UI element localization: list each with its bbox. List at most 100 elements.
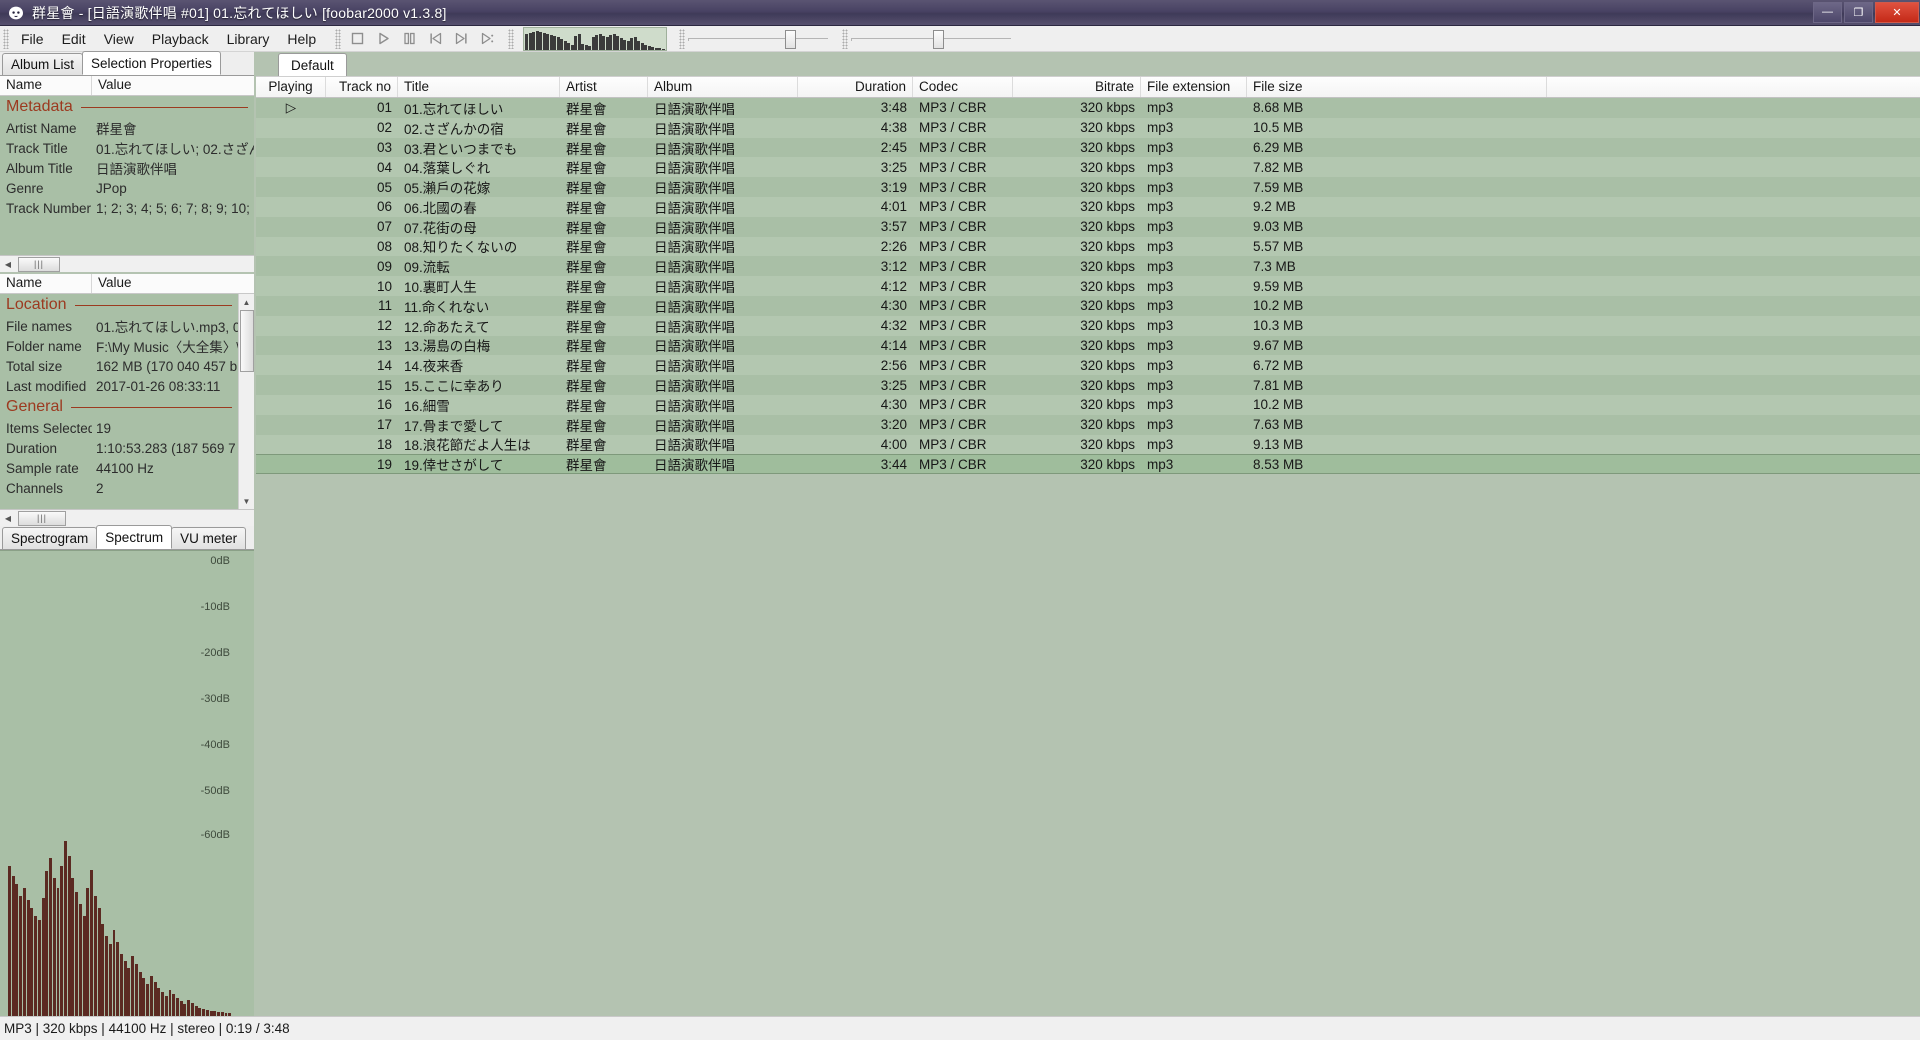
volume-slider-thumb[interactable] <box>933 29 945 49</box>
properties-bottom-vscrollbar[interactable]: ▲ ▼ <box>238 294 254 509</box>
cell-artist: 群星會 <box>566 280 607 296</box>
table-row[interactable]: 07 07.花街の母 群星會 日語演歌伴唱 3:57 MP3 / CBR 320 kbps m… <box>256 216 1920 237</box>
column-header-artist[interactable]: Artist <box>560 77 648 97</box>
table-row[interactable]: 11 11.命くれない 群星會 日語演歌伴唱 4:30 MP3 / CBR 320 kbps… <box>256 295 1920 316</box>
table-row[interactable]: 08 08.知りたくないの 群星會 日語演歌伴唱 2:26 MP3 / CBR 320 kb… <box>256 236 1920 257</box>
menu-playback[interactable]: Playback <box>143 28 218 50</box>
menu-edit[interactable]: Edit <box>53 28 95 50</box>
column-header-filesize[interactable]: File size <box>1247 77 1547 97</box>
properties-top-hscrollbar[interactable]: ◀ ||| <box>0 255 254 272</box>
table-row[interactable]: 16 16.細雪 群星會 日語演歌伴唱 4:30 MP3 / CBR 320 kbps mp3… <box>256 394 1920 415</box>
property-row[interactable]: Folder name F:\My Music〈大全集〉\ <box>0 336 254 356</box>
pause-button[interactable] <box>398 28 420 50</box>
column-header-bitrate[interactable]: Bitrate <box>1013 77 1141 97</box>
spectrum-bar <box>176 998 179 1016</box>
property-row[interactable]: Channels 2 <box>0 478 254 498</box>
tab-spectrogram[interactable]: Spectrogram <box>2 527 98 549</box>
property-row[interactable]: Genre JPop <box>0 178 254 198</box>
cell-trackno: 08 <box>376 238 392 254</box>
property-row[interactable]: Album Title 日語演歌伴唱 <box>0 158 254 178</box>
cell-filesize: 9.67 MB <box>1253 337 1304 353</box>
play-button[interactable] <box>372 28 394 50</box>
minimize-button[interactable]: — <box>1813 1 1842 23</box>
table-row[interactable]: 03 03.君といつまでも 群星會 日語演歌伴唱 2:45 MP3 / CBR 320 kb… <box>256 137 1920 158</box>
properties-bottom-hscrollbar[interactable]: ◀ ||| <box>0 509 254 526</box>
table-row[interactable]: ▷ 01 01.忘れてほしい 群星會 日語演歌伴唱 3:48 MP3 / CBR 320 kb… <box>256 98 1920 118</box>
spectrum-bar <box>202 1009 206 1016</box>
cell-artist: 群星會 <box>566 458 607 474</box>
playlist-tab-default[interactable]: Default <box>278 53 347 76</box>
table-row[interactable]: 15 15.ここに幸あり 群星會 日語演歌伴唱 3:25 MP3 / CBR 320 kbp… <box>256 375 1920 395</box>
spectrum-bar <box>138 972 142 1016</box>
playlist-header: Playing Track no Title Artist Album Dura… <box>256 76 1920 98</box>
table-row[interactable]: 14 14.夜来香 群星會 日語演歌伴唱 2:56 MP3 / CBR 320 kbps mp… <box>256 355 1920 376</box>
table-row[interactable]: 19 19.倖せさがして 群星會 日語演歌伴唱 3:44 MP3 / CBR 320 kbp… <box>256 454 1920 475</box>
column-header-playing[interactable]: Playing <box>256 77 326 97</box>
random-button[interactable] <box>476 28 498 50</box>
table-row[interactable]: 06 06.北國の春 群星會 日語演歌伴唱 4:01 MP3 / CBR 320 kbps m… <box>256 196 1920 217</box>
property-row[interactable]: Items Selected 19 <box>0 418 254 438</box>
table-row[interactable]: 09 09.流転 群星會 日語演歌伴唱 3:12 MP3 / CBR 320 kbps mp3… <box>256 256 1920 277</box>
scroll-down-icon[interactable]: ▼ <box>239 493 255 509</box>
maximize-button[interactable]: ❐ <box>1844 1 1873 23</box>
menu-view[interactable]: View <box>95 28 143 50</box>
properties-bottom-col-value[interactable]: Value <box>92 274 254 293</box>
tab-album-list[interactable]: Album List <box>2 53 84 75</box>
column-header-codec[interactable]: Codec <box>913 77 1013 97</box>
spectrum-visualization[interactable]: 0dB -10dB -20dB -30dB -40dB -50dB -60dB <box>0 550 254 1016</box>
menu-library[interactable]: Library <box>218 28 279 50</box>
property-row[interactable]: Artist Name 群星會 <box>0 118 254 138</box>
properties-bottom-col-name[interactable]: Name <box>0 274 92 293</box>
cell-bitrate: 320 kbps <box>1080 159 1135 175</box>
column-header-extension[interactable]: File extension <box>1141 77 1247 97</box>
table-row[interactable]: 12 12.命あたえて 群星會 日語演歌伴唱 4:32 MP3 / CBR 320 kbps… <box>256 315 1920 336</box>
cell-album: 日語演歌伴唱 <box>654 398 735 414</box>
scroll-left-icon[interactable]: ◀ <box>0 511 16 526</box>
volume-slider[interactable] <box>851 28 1012 50</box>
next-button[interactable] <box>450 28 472 50</box>
tab-spectrum[interactable]: Spectrum <box>96 525 173 549</box>
column-header-trackno[interactable]: Track no <box>326 77 398 97</box>
column-header-duration[interactable]: Duration <box>798 77 913 97</box>
column-header-title[interactable]: Title <box>398 77 560 97</box>
menu-help[interactable]: Help <box>278 28 325 50</box>
vscrollbar-thumb[interactable] <box>239 310 254 372</box>
seek-slider[interactable] <box>688 28 829 50</box>
table-row[interactable]: 04 04.落葉しぐれ 群星會 日語演歌伴唱 3:25 MP3 / CBR 320 kbps… <box>256 157 1920 178</box>
column-header-album[interactable]: Album <box>648 77 798 97</box>
cell-extension: mp3 <box>1147 219 1174 235</box>
cell-artist: 群星會 <box>566 359 607 375</box>
property-row[interactable]: Track Number 1; 2; 3; 4; 5; 6; 7; 8; 9; … <box>0 198 254 218</box>
properties-top-col-name[interactable]: Name <box>0 76 92 95</box>
tab-vu-meter[interactable]: VU meter <box>171 527 247 549</box>
properties-top-col-value[interactable]: Value <box>92 76 254 95</box>
foobar-icon <box>3 0 29 26</box>
cell-duration: 3:20 <box>880 417 907 433</box>
tab-selection-properties[interactable]: Selection Properties <box>82 51 221 75</box>
property-row[interactable]: Last modified 2017-01-26 08:33:11 <box>0 376 254 396</box>
scroll-left-icon[interactable]: ◀ <box>0 257 16 272</box>
table-row[interactable]: 05 05.瀨戶の花嫁 群星會 日語演歌伴唱 3:19 MP3 / CBR 320 kbps… <box>256 177 1920 197</box>
close-button[interactable]: ✕ <box>1875 1 1919 23</box>
property-row[interactable]: Duration 1:10:53.283 (187 569 7 <box>0 438 254 458</box>
property-row[interactable]: Track Title 01.忘れてほしい; 02.さざん <box>0 138 254 158</box>
menu-file[interactable]: File <box>12 28 53 50</box>
hscrollbar-thumb[interactable]: ||| <box>18 256 60 272</box>
stop-button[interactable] <box>346 28 368 50</box>
table-row[interactable]: 17 17.骨まで愛して 群星會 日語演歌伴唱 3:20 MP3 / CBR 320 kbp… <box>256 414 1920 435</box>
property-key: Last modified <box>6 378 87 394</box>
property-row[interactable]: Sample rate 44100 Hz <box>0 458 254 478</box>
hscrollbar-thumb[interactable]: ||| <box>18 510 66 526</box>
table-row[interactable]: 13 13.湯島の白梅 群星會 日語演歌伴唱 4:14 MP3 / CBR 320 kbps… <box>256 335 1920 356</box>
scroll-up-icon[interactable]: ▲ <box>239 294 255 310</box>
table-row[interactable]: 10 10.裏町人生 群星會 日語演歌伴唱 4:12 MP3 / CBR 320 kbps m… <box>256 276 1920 296</box>
seek-slider-thumb[interactable] <box>785 29 797 49</box>
cell-bitrate: 320 kbps <box>1080 298 1135 314</box>
table-row[interactable]: 02 02.さざんかの宿 群星會 日語演歌伴唱 4:38 MP3 / CBR 320 kbp… <box>256 117 1920 138</box>
selection-properties-bottom: Name Value Location File names 01.忘れてほしい… <box>0 272 254 526</box>
previous-button[interactable] <box>424 28 446 50</box>
property-row[interactable]: Total size 162 MB (170 040 457 b <box>0 356 254 376</box>
table-row[interactable]: 18 18.浪花節だよ人生は 群星會 日語演歌伴唱 4:00 MP3 / CBR 320 k… <box>256 434 1920 455</box>
property-row[interactable]: File names 01.忘れてほしい.mp3, 0 <box>0 316 254 336</box>
seek-slider-wrap <box>688 26 829 52</box>
